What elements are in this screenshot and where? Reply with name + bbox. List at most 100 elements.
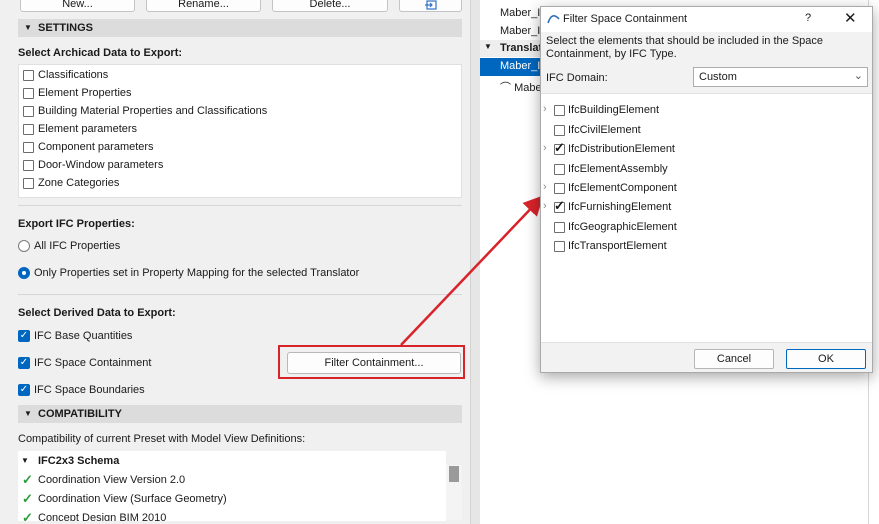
checkbox-ifc-space-containment[interactable]: ✓ IFC Space Containment — [18, 356, 218, 371]
tree-row-ifc-building-element[interactable]: › IfcBuildingElement — [541, 101, 871, 120]
ifc-translator-settings-panel: New... Rename... Delete... ▼ SETTINGS Se… — [0, 0, 470, 524]
checkmark-icon[interactable]: ✓ — [18, 384, 30, 396]
help-button[interactable]: ? — [805, 12, 811, 24]
checkbox[interactable] — [23, 70, 34, 81]
tree-row-ifc-geographic-element[interactable]: IfcGeographicElement — [541, 218, 871, 237]
checkbox[interactable] — [23, 106, 34, 117]
checkbox[interactable] — [554, 105, 565, 116]
chevron-right-icon[interactable]: › — [543, 103, 547, 115]
translator-item[interactable]: ⌒ Mabe — [500, 79, 542, 95]
archicad-logo-icon — [547, 13, 560, 27]
chevron-right-icon[interactable]: › — [543, 200, 547, 212]
chevron-right-icon[interactable]: › — [543, 181, 547, 193]
list-item-label: Coordination View Version 2.0 — [38, 474, 186, 486]
expand-triangle-icon[interactable]: ▼ — [484, 42, 492, 51]
list-item-label: Classifications — [38, 69, 109, 81]
checkbox[interactable] — [554, 183, 565, 194]
tree-row-label: IfcFurnishingElement — [568, 201, 672, 213]
list-item[interactable]: ✓ Coordination View (Surface Geometry) — [22, 491, 227, 507]
checkmark-icon[interactable]: ✓ — [18, 357, 30, 369]
tree-row-ifc-element-assembly[interactable]: IfcElementAssembly — [541, 160, 871, 179]
compatibility-header-label: COMPATIBILITY — [38, 408, 122, 420]
divider — [18, 294, 462, 295]
checkbox-label: IFC Space Boundaries — [34, 384, 145, 396]
divider — [18, 205, 462, 206]
cancel-button[interactable]: Cancel — [694, 349, 774, 369]
ifc-domain-label: IFC Domain: — [546, 72, 608, 84]
schema-title: IFC2x3 Schema — [38, 455, 120, 467]
checkbox[interactable] — [554, 164, 565, 175]
dialog-description: Select the elements that should be inclu… — [546, 35, 824, 60]
tree-row-label: IfcTransportElement — [568, 240, 667, 252]
ok-button[interactable]: OK — [786, 349, 866, 369]
ifc-domain-select[interactable]: Custom ⌄ — [693, 67, 868, 87]
scrollbar-thumb[interactable] — [449, 466, 459, 482]
derived-data-title: Select Derived Data to Export: — [18, 307, 176, 319]
tree-row-label: IfcElementComponent — [568, 182, 677, 194]
checkmark-icon[interactable]: ✓ — [18, 330, 30, 342]
radio-button-selected[interactable] — [18, 267, 30, 279]
list-item[interactable]: ✓ Concept Design BIM 2010 — [22, 510, 166, 521]
list-item-label: Door-Window parameters — [38, 159, 164, 171]
tree-row-label: IfcGeographicElement — [568, 221, 677, 233]
import-icon — [424, 0, 438, 14]
list-item[interactable]: ✓ Coordination View Version 2.0 — [22, 472, 185, 488]
checkbox[interactable] — [554, 125, 565, 136]
rename-button[interactable]: Rename... — [146, 0, 261, 12]
list-item-label: Building Material Properties and Classif… — [38, 105, 268, 117]
tree-row-label: IfcCivilElement — [568, 124, 641, 136]
radio-only-mapped-properties[interactable]: Only Properties set in Property Mapping … — [18, 266, 418, 281]
list-item-label: Concept Design BIM 2010 — [38, 512, 167, 521]
green-check-icon: ✓ — [22, 491, 33, 506]
tree-row-label: IfcDistributionElement — [568, 143, 675, 155]
compatibility-section-header[interactable]: ▼ COMPATIBILITY — [18, 405, 462, 423]
checkbox-ifc-space-boundaries[interactable]: ✓ IFC Space Boundaries — [18, 383, 218, 398]
list-item-label: Element parameters — [38, 123, 138, 135]
ifc-type-tree[interactable]: › IfcBuildingElement IfcCivilElement › ✓… — [541, 93, 872, 343]
checkbox[interactable] — [554, 222, 565, 233]
tree-row-label: IfcElementAssembly — [568, 163, 668, 175]
select-data-title: Select Archicad Data to Export: — [18, 47, 183, 59]
settings-section-header[interactable]: ▼ SETTINGS — [18, 19, 462, 37]
expand-triangle-icon[interactable]: ▼ — [21, 456, 29, 465]
archicad-data-list[interactable]: Classifications Element Properties Build… — [18, 64, 462, 198]
tree-row-ifc-element-component[interactable]: › IfcElementComponent — [541, 179, 871, 198]
chevron-down-icon: ⌄ — [853, 70, 863, 82]
checkbox[interactable] — [23, 142, 34, 153]
checkbox[interactable] — [23, 124, 34, 135]
green-check-icon: ✓ — [22, 472, 33, 487]
checkmark-icon: ✓ — [554, 198, 565, 213]
ifc-domain-value: Custom — [699, 71, 737, 83]
tree-row-ifc-distribution-element[interactable]: › ✓ IfcDistributionElement — [541, 140, 871, 159]
radio-all-ifc-properties[interactable]: All IFC Properties — [18, 239, 318, 254]
panel-scrollbar[interactable] — [470, 0, 480, 524]
checkbox-label: IFC Base Quantities — [34, 330, 133, 342]
import-button[interactable] — [399, 0, 462, 12]
collapse-triangle-icon: ▼ — [24, 409, 32, 418]
dialog-title: Filter Space Containment — [563, 13, 688, 25]
close-icon[interactable]: ✕ — [844, 9, 857, 27]
list-item-label: Component parameters — [38, 141, 154, 153]
radio-label: Only Properties set in Property Mapping … — [34, 267, 360, 279]
list-item-label: Coordination View (Surface Geometry) — [38, 493, 227, 505]
checkbox[interactable] — [554, 241, 565, 252]
filter-containment-button[interactable]: Filter Containment... — [287, 352, 461, 374]
mvd-compatibility-list[interactable]: ▼ IFC2x3 Schema ✓ Coordination View Vers… — [18, 451, 446, 521]
tree-row-ifc-transport-element[interactable]: IfcTransportElement — [541, 237, 871, 256]
radio-button[interactable] — [18, 240, 30, 252]
new-button[interactable]: New... — [20, 0, 135, 12]
radio-label: All IFC Properties — [34, 240, 121, 252]
checkbox[interactable] — [23, 160, 34, 171]
tree-row-label: IfcBuildingElement — [568, 104, 660, 116]
export-props-title: Export IFC Properties: — [18, 218, 135, 230]
dialog-titlebar[interactable]: Filter Space Containment ? ✕ — [541, 7, 872, 32]
chevron-right-icon[interactable]: › — [543, 142, 547, 154]
filter-space-containment-dialog: Filter Space Containment ? ✕ Select the … — [540, 6, 873, 373]
compatibility-description: Compatibility of current Preset with Mod… — [18, 433, 306, 445]
tree-row-ifc-civil-element[interactable]: IfcCivilElement — [541, 121, 871, 140]
checkbox[interactable] — [23, 88, 34, 99]
checkbox[interactable] — [23, 178, 34, 189]
checkbox-ifc-base-quantities[interactable]: ✓ IFC Base Quantities — [18, 329, 218, 344]
delete-button[interactable]: Delete... — [272, 0, 388, 12]
tree-row-ifc-furnishing-element[interactable]: › ✓ IfcFurnishingElement — [541, 198, 871, 217]
